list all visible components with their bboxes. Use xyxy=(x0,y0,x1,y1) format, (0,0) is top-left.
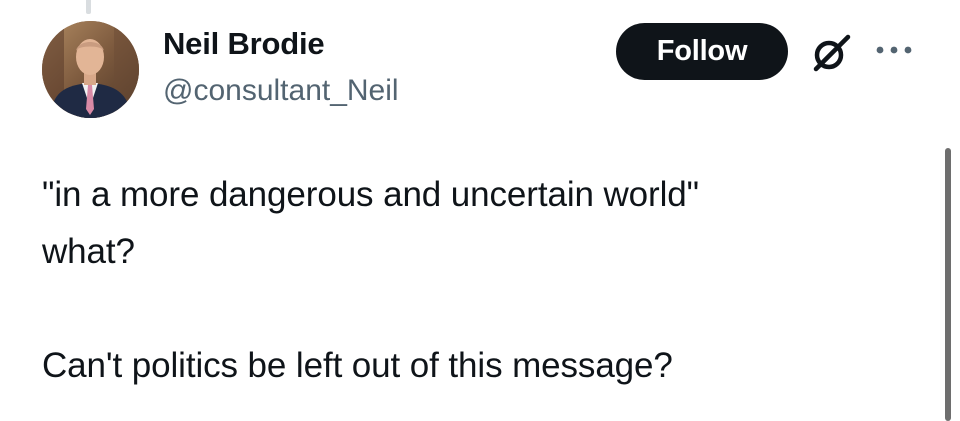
tweet-line: Can't politics be left out of this messa… xyxy=(42,346,673,385)
tweet-text: "in a more dangerous and uncertain world… xyxy=(42,166,922,394)
author-display-name[interactable]: Neil Brodie xyxy=(163,26,325,62)
tweet-line-break xyxy=(42,280,922,337)
thread-connector-line xyxy=(86,0,91,14)
more-options-icon[interactable] xyxy=(871,40,917,60)
author-handle[interactable]: @consultant_Neil xyxy=(163,74,399,108)
grok-icon[interactable] xyxy=(808,30,854,76)
tweet-line: what? xyxy=(42,232,135,271)
avatar[interactable] xyxy=(42,21,139,118)
follow-button[interactable]: Follow xyxy=(616,23,788,80)
scrollbar[interactable] xyxy=(945,148,951,421)
tweet-line: "in a more dangerous and uncertain world… xyxy=(42,175,699,214)
